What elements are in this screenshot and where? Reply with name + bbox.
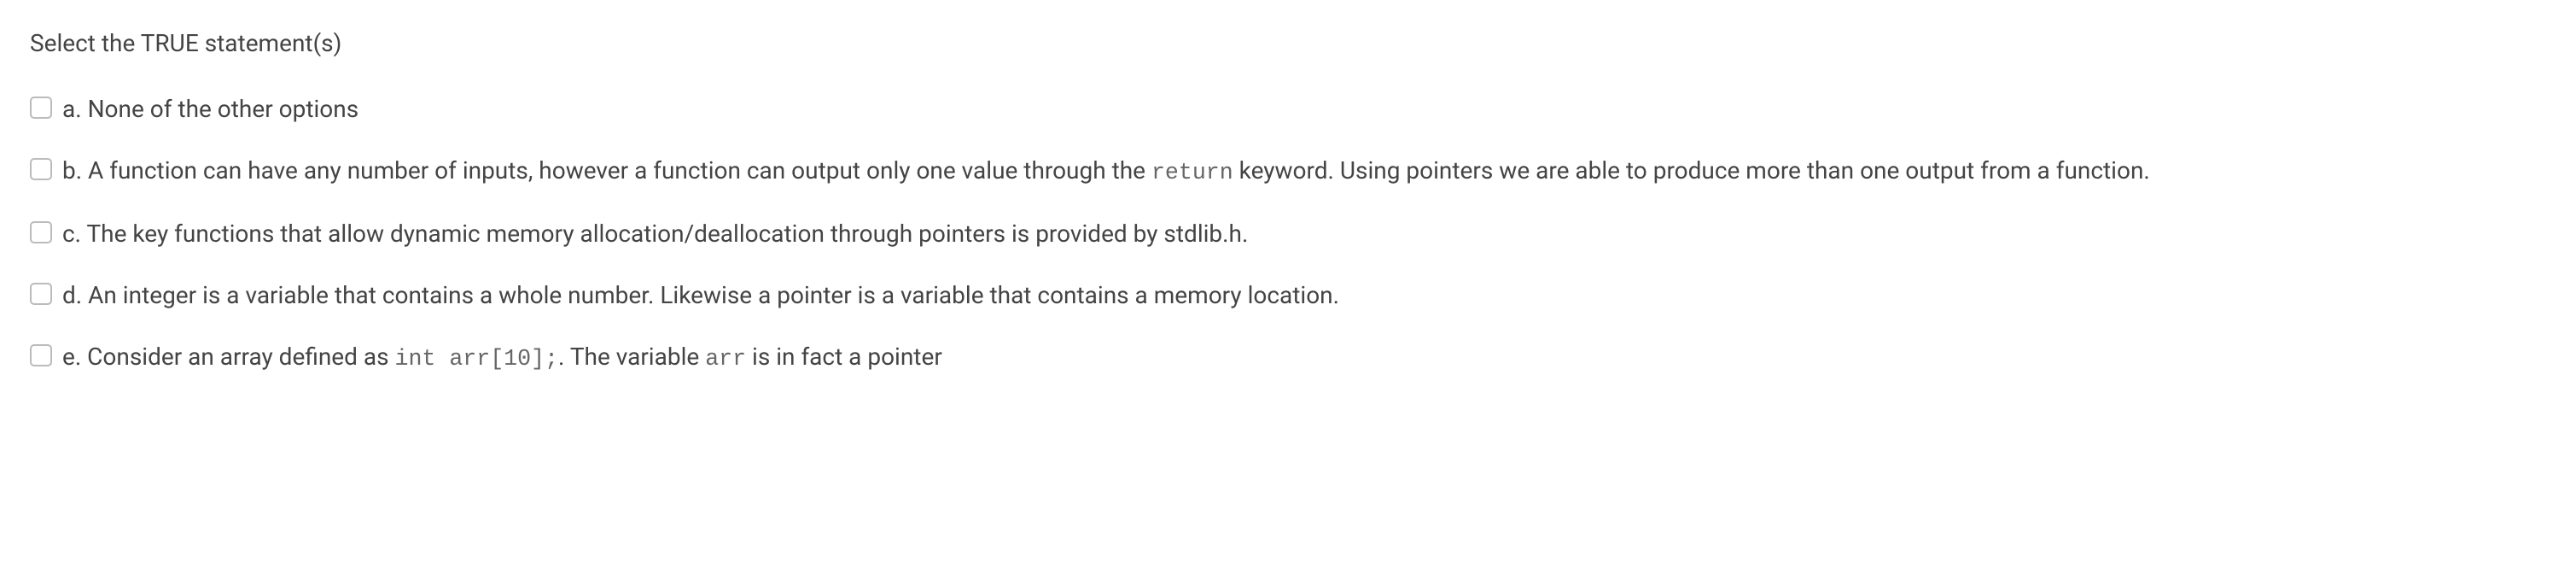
- option-checkbox[interactable]: [30, 221, 52, 243]
- option-row: e. Consider an array defined as int arr[…: [30, 339, 2546, 377]
- option-letter: a.: [62, 95, 82, 123]
- option-text: c. The key functions that allow dynamic …: [62, 216, 2546, 252]
- option-text: d. An integer is a variable that contain…: [62, 278, 2546, 314]
- option-text-part: keyword. Using pointers we are able to p…: [1233, 156, 2150, 185]
- options-container: a. None of the other options b. A functio…: [30, 91, 2546, 377]
- option-checkbox[interactable]: [30, 97, 52, 119]
- option-letter: c.: [62, 220, 81, 248]
- option-letter: d.: [62, 281, 82, 309]
- option-text-part: Consider an array defined as: [81, 343, 394, 371]
- option-letter: b.: [62, 156, 82, 185]
- option-text: e. Consider an array defined as int arr[…: [62, 339, 2546, 377]
- option-checkbox[interactable]: [30, 344, 52, 366]
- code-snippet: return: [1151, 160, 1233, 185]
- option-text: a. None of the other options: [62, 91, 2546, 127]
- option-text-part: The key functions that allow dynamic mem…: [81, 220, 1248, 248]
- option-text-part: is in fact a pointer: [746, 343, 942, 371]
- option-row: d. An integer is a variable that contain…: [30, 278, 2546, 314]
- option-checkbox[interactable]: [30, 283, 52, 305]
- option-row: c. The key functions that allow dynamic …: [30, 216, 2546, 252]
- option-text: b. A function can have any number of inp…: [62, 153, 2546, 190]
- option-text-part: A function can have any number of inputs…: [82, 156, 1151, 185]
- option-text-part: None of the other options: [82, 95, 359, 123]
- option-text-part: An integer is a variable that contains a…: [82, 281, 1339, 309]
- code-snippet: arr: [705, 346, 746, 372]
- option-row: a. None of the other options: [30, 91, 2546, 127]
- option-checkbox[interactable]: [30, 158, 52, 180]
- code-snippet: int arr[10];: [395, 346, 559, 372]
- option-row: b. A function can have any number of inp…: [30, 153, 2546, 190]
- option-text-part: . The variable: [558, 343, 705, 371]
- question-prompt: Select the TRUE statement(s): [30, 26, 2546, 62]
- option-letter: e.: [62, 343, 81, 371]
